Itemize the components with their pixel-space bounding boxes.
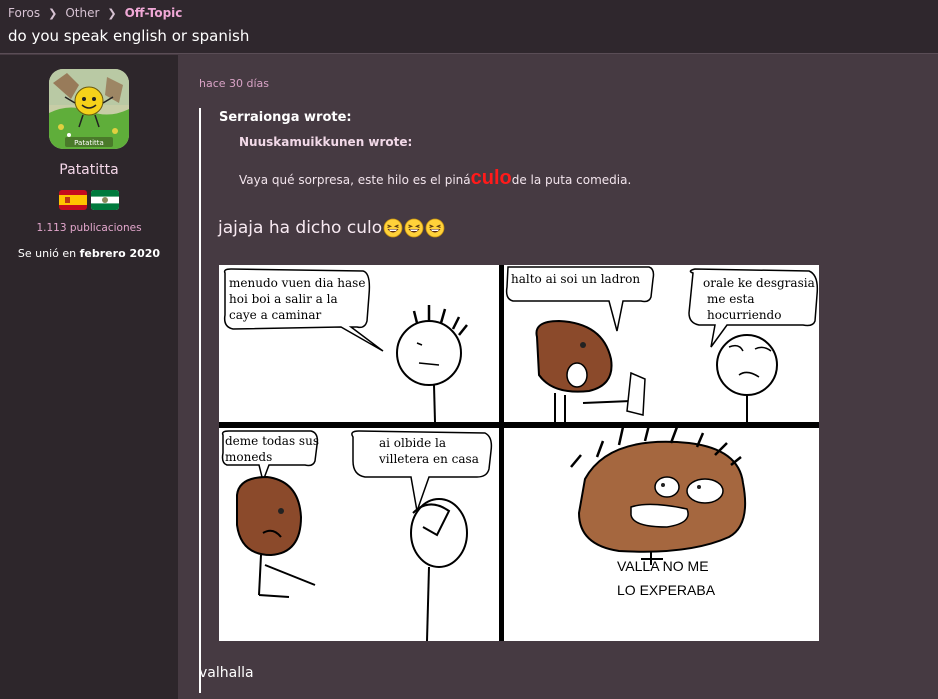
panel4-caption-line1: VALLA NO ME [617,558,709,574]
thread-title: do you speak english or spanish [8,27,250,45]
panel2-speech2-line2: me esta [707,292,755,306]
panel3-speech2-line2: villetera en casa [378,452,479,466]
avatar[interactable]: Patatitta [49,69,129,149]
quote-text-content: jajaja ha dicho culo [218,218,383,238]
post-count: 1.113 publicaciones [36,222,142,234]
spain-flag-icon [59,190,87,210]
panel1-speech-line3: caye a caminar [229,308,322,322]
nested-text-after: de la puta comedia. [511,173,632,187]
author-sidebar: Patatitta Patatitta 1.113 publicaciones … [0,55,178,699]
breadcrumb-off-topic[interactable]: Off-Topic [125,6,183,20]
nested-quote-text: Vaya qué sorpresa, este hilo es el piná … [239,167,631,190]
panel3-speech2-line1: ai olbide la [379,436,446,450]
quote-bar [199,108,201,693]
comic-image[interactable]: menudo vuen dia hase hoi boi a salir a l… [219,265,819,642]
nested-quote-author: Nuuskamuikkunen wrote: [239,135,413,149]
join-date-prefix: Se unió en [17,247,80,260]
chevron-right-icon: ❯ [48,6,58,20]
post-body: hace 30 días Serraionga wrote: Nuuskamui… [178,55,938,699]
panel2-speech2-line3: hocurriendo [707,308,781,322]
join-date-value: febrero 2020 [79,247,161,260]
laughing-emoji-icon [425,218,445,238]
panel2-speech2-line1: orale ke desgrasia [703,276,815,290]
panel1-speech-line1: menudo vuen dia hase [229,276,365,290]
panel2-speech: halto ai soi un ladron [511,272,640,286]
laughing-emoji-icon [383,218,403,238]
panel4-caption-line2: LO EXPERABA [617,582,716,598]
avatar-caption: Patatitta [74,139,104,147]
laughing-emoji-icon [404,218,424,238]
quote-author: Serraionga wrote: [219,110,352,125]
breadcrumb: Foros ❯ Other ❯ Off-Topic [8,6,182,20]
panel3-speech-line1: deme todas sus [225,434,319,448]
chevron-right-icon: ❯ [107,6,117,20]
flag-list [59,190,119,210]
reply-text: valhalla [199,665,254,681]
panel1-speech-line2: hoi boi a salir a la [229,292,338,306]
quote-text: jajaja ha dicho culo [218,218,445,238]
nested-text-highlight: culo [470,167,512,189]
username[interactable]: Patatitta [0,162,178,178]
breadcrumb-foros[interactable]: Foros [8,6,40,20]
top-bar: Foros ❯ Other ❯ Off-Topic do you speak e… [0,0,938,54]
nested-text-before: Vaya qué sorpresa, este hilo es el piná [239,173,471,187]
join-date: Se unió en febrero 2020 [0,247,178,260]
post-timestamp[interactable]: hace 30 días [199,77,269,90]
andalusia-flag-icon [91,190,119,210]
breadcrumb-other[interactable]: Other [65,6,99,20]
panel3-speech-line2: moneds [225,450,272,464]
